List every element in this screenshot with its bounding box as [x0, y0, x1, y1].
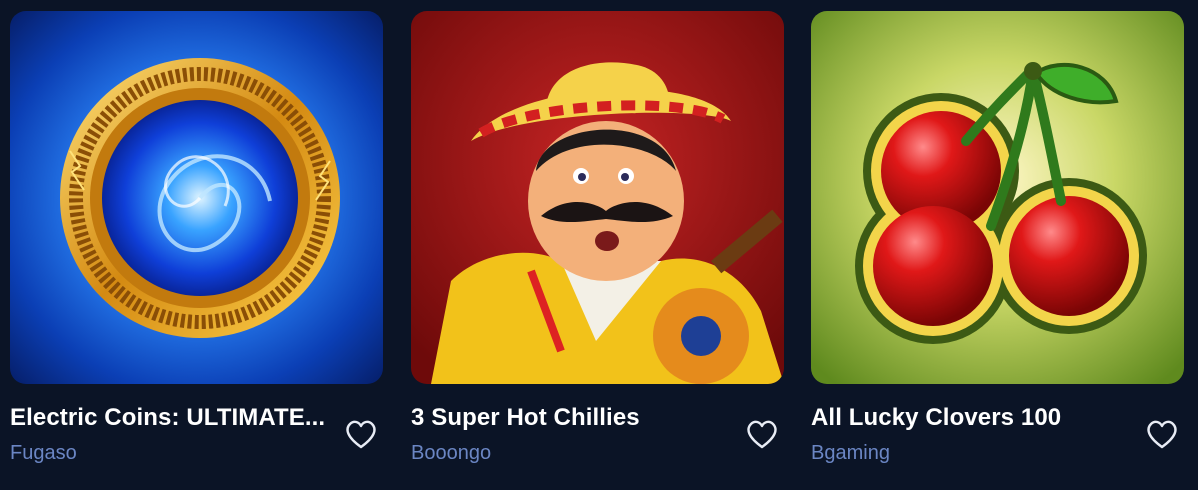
game-thumbnail-all-lucky-clovers-100[interactable]: [811, 11, 1184, 384]
cherries-icon: [811, 11, 1184, 384]
electric-coin-icon: [10, 11, 383, 384]
favorite-button[interactable]: [1142, 414, 1182, 454]
heart-outline-icon: [747, 420, 777, 449]
game-card[interactable]: Electric Coins: ULTIMATE... Fugaso: [10, 11, 383, 464]
mariachi-guitar-icon: [411, 11, 784, 384]
favorite-button[interactable]: [742, 414, 782, 454]
game-provider[interactable]: Bgaming: [811, 442, 890, 465]
heart-outline-icon: [1147, 420, 1177, 449]
game-card[interactable]: All Lucky Clovers 100 Bgaming: [811, 11, 1184, 464]
game-grid: Electric Coins: ULTIMATE... Fugaso 3 Sup…: [0, 0, 1198, 490]
game-meta: Electric Coins: ULTIMATE... Fugaso: [10, 384, 383, 464]
game-title[interactable]: 3 Super Hot Chillies: [411, 404, 736, 432]
game-title[interactable]: All Lucky Clovers 100: [811, 404, 1136, 432]
game-thumbnail-electric-coins[interactable]: [10, 11, 383, 384]
game-provider[interactable]: Booongo: [411, 442, 491, 465]
heart-outline-icon: [346, 420, 376, 449]
game-meta: All Lucky Clovers 100 Bgaming: [811, 384, 1184, 464]
game-provider[interactable]: Fugaso: [10, 442, 77, 465]
game-title[interactable]: Electric Coins: ULTIMATE...: [10, 404, 335, 432]
favorite-button[interactable]: [341, 414, 381, 454]
game-card[interactable]: 3 Super Hot Chillies Booongo: [411, 11, 784, 464]
game-thumbnail-3-super-hot-chillies[interactable]: [411, 11, 784, 384]
game-meta: 3 Super Hot Chillies Booongo: [411, 384, 784, 464]
